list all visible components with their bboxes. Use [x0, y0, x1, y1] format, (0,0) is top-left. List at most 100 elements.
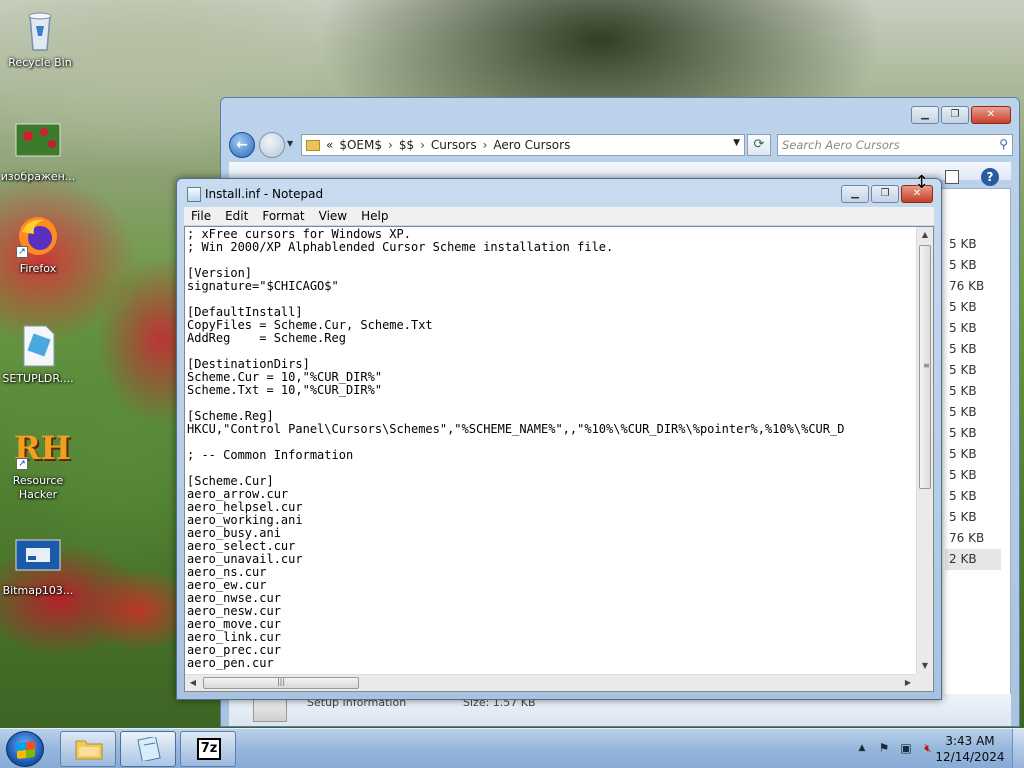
notepad-edit-area[interactable]: ; xFree cursors for Windows XP. ; Win 20… [184, 226, 934, 692]
notepad-window[interactable]: Install.inf - Notepad ▁ ❐ ✕ File Edit Fo… [176, 178, 942, 700]
horizontal-scrollbar[interactable]: ◀ ||| ▶ [185, 674, 916, 691]
refresh-button[interactable]: ⟳ [747, 134, 771, 156]
address-dropdown-icon[interactable]: ▼ [733, 138, 740, 148]
desktop-icon-firefox[interactable]: ↗ Firefox [0, 212, 76, 276]
menu-view[interactable]: View [312, 209, 354, 223]
breadcrumb-dollars[interactable]: $$ [399, 138, 414, 152]
breadcrumb-separator-icon[interactable]: › [388, 138, 393, 152]
explorer-nav-row: ← ▼ « $OEM$ › $$ › Cursors › Aero Cursor… [229, 132, 1013, 158]
scroll-right-arrow-icon[interactable]: ▶ [900, 675, 916, 691]
taskbar: 7z ▲ ⚑ ▣ 🔇︎ 3:43 AM 12/14/2024 [0, 728, 1024, 768]
clock-date: 12/14/2024 [935, 750, 1005, 764]
folder-icon [75, 737, 103, 761]
help-icon[interactable]: ? [981, 168, 999, 186]
menu-file[interactable]: File [184, 209, 218, 223]
scroll-down-arrow-icon[interactable]: ▼ [917, 658, 933, 674]
desktop-icon-label: Recycle Bin [8, 56, 72, 69]
back-button[interactable]: ← [229, 132, 255, 158]
network-icon[interactable]: ▣ [898, 741, 914, 755]
explorer-maximize-button[interactable]: ❐ [941, 106, 969, 124]
menu-edit[interactable]: Edit [218, 209, 255, 223]
start-button[interactable] [6, 731, 44, 767]
7zip-logo-text: 7z [200, 741, 218, 756]
desktop: Recycle Bin изображен... ↗ Firefox SETUP… [0, 0, 1024, 728]
grip-icon: ≡ [923, 361, 930, 370]
breadcrumb-aero-cursors[interactable]: Aero Cursors [493, 138, 570, 152]
file-size-cell[interactable]: 5 KB [945, 297, 1001, 318]
search-icon[interactable]: ⚲ [999, 137, 1008, 151]
search-box[interactable]: Search Aero Cursors ⚲ [777, 134, 1013, 156]
preview-pane-icon[interactable] [945, 170, 959, 184]
back-arrow-icon: ← [236, 137, 248, 153]
search-placeholder: Search Aero Cursors [782, 138, 900, 152]
7zip-icon: 7z [197, 738, 221, 760]
clock-time: 3:43 AM [945, 734, 995, 748]
notepad-menubar: File Edit Format View Help [184, 207, 934, 225]
notepad-text-content[interactable]: ; xFree cursors for Windows XP. ; Win 20… [187, 228, 917, 672]
action-center-flag-icon[interactable]: ⚑ [876, 741, 892, 755]
desktop-icon-label: Resource Hacker [12, 474, 64, 501]
file-size-cell[interactable]: 76 KB [945, 528, 1001, 549]
menu-format[interactable]: Format [255, 209, 311, 223]
file-size-cell[interactable]: 5 KB [945, 234, 1001, 255]
setup-file-icon [14, 322, 62, 370]
file-size-cell[interactable]: 5 KB [945, 255, 1001, 276]
breadcrumb-oem[interactable]: $OEM$ [339, 138, 382, 152]
bitmap-file-icon [14, 534, 62, 582]
file-size-cell[interactable]: 5 KB [945, 318, 1001, 339]
desktop-icon-setupldr[interactable]: SETUPLDR.... [0, 322, 76, 386]
show-hidden-icons-chevron-icon[interactable]: ▲ [854, 741, 870, 755]
file-size-cell[interactable]: 5 KB [945, 423, 1001, 444]
file-size-cell[interactable]: 5 KB [945, 444, 1001, 465]
desktop-icon-label: SETUPLDR.... [2, 372, 74, 385]
taskbar-app-notepad[interactable] [120, 731, 176, 767]
vertical-scrollbar[interactable]: ▲ ≡ ▼ [916, 227, 933, 674]
desktop-icon-bitmap[interactable]: Bitmap103... [0, 534, 76, 598]
breadcrumb-separator-icon[interactable]: › [483, 138, 488, 152]
desktop-icon-image-file[interactable]: изображен... [0, 120, 76, 184]
system-tray: ▲ ⚑ ▣ 🔇︎ 3:43 AM 12/14/2024 [834, 729, 1024, 768]
breadcrumb-separator-icon[interactable]: › [420, 138, 425, 152]
notepad-minimize-button[interactable]: ▁ [841, 185, 869, 203]
desktop-icon-label: Bitmap103... [2, 584, 74, 597]
file-size-cell[interactable]: 5 KB [945, 381, 1001, 402]
file-size-cell[interactable]: 5 KB [945, 360, 1001, 381]
file-size-cell[interactable]: 5 KB [945, 507, 1001, 528]
notepad-icon [187, 187, 201, 202]
file-size-cell[interactable]: 5 KB [945, 402, 1001, 423]
scroll-up-arrow-icon[interactable]: ▲ [917, 227, 933, 243]
taskbar-app-explorer[interactable] [60, 731, 116, 767]
file-size-cell[interactable]: 5 KB [945, 465, 1001, 486]
refresh-icon: ⟳ [753, 137, 765, 152]
file-size-cell[interactable]: 76 KB [945, 276, 1001, 297]
vertical-scroll-thumb[interactable]: ≡ [919, 245, 931, 489]
file-size-cell[interactable]: 5 KB [945, 339, 1001, 360]
resource-hacker-icon: RH ↗ [14, 424, 71, 472]
breadcrumb-cursors[interactable]: Cursors [431, 138, 477, 152]
notepad-title: Install.inf - Notepad [205, 187, 324, 201]
desktop-icon-resource-hacker[interactable]: RH ↗ Resource Hacker [0, 424, 76, 502]
menu-help[interactable]: Help [354, 209, 395, 223]
forward-button[interactable] [259, 132, 285, 158]
file-size-cell[interactable]: 2 KB [945, 549, 1001, 570]
taskbar-clock[interactable]: 3:43 AM 12/14/2024 [934, 733, 1006, 765]
notepad-icon [135, 735, 163, 763]
explorer-close-button[interactable]: ✕ [971, 106, 1011, 124]
explorer-minimize-button[interactable]: ▁ [911, 106, 939, 124]
address-bar[interactable]: « $OEM$ › $$ › Cursors › Aero Cursors ▼ [301, 134, 745, 156]
file-size-column: 5 KB 5 KB 76 KB 5 KB 5 KB 5 KB 5 KB 5 KB 5 KB 5 K… [945, 234, 1001, 570]
recent-pages-dropdown[interactable]: ▼ [287, 139, 293, 148]
taskbar-app-7zip[interactable]: 7z [180, 731, 236, 767]
desktop-icon-label: Firefox [19, 262, 57, 275]
scroll-left-arrow-icon[interactable]: ◀ [185, 675, 201, 691]
shortcut-arrow-icon: ↗ [16, 458, 28, 470]
desktop-icon-recycle-bin[interactable]: Recycle Bin [2, 6, 78, 70]
show-desktop-button[interactable] [1012, 729, 1024, 768]
desktop-icon-label: изображен... [0, 170, 76, 183]
image-file-icon [14, 120, 62, 168]
address-overflow-chevron[interactable]: « [326, 138, 333, 152]
file-size-cell[interactable]: 5 KB [945, 486, 1001, 507]
notepad-maximize-button[interactable]: ❐ [871, 185, 899, 203]
horizontal-scroll-thumb[interactable]: ||| [203, 677, 359, 689]
firefox-icon: ↗ [14, 212, 62, 260]
